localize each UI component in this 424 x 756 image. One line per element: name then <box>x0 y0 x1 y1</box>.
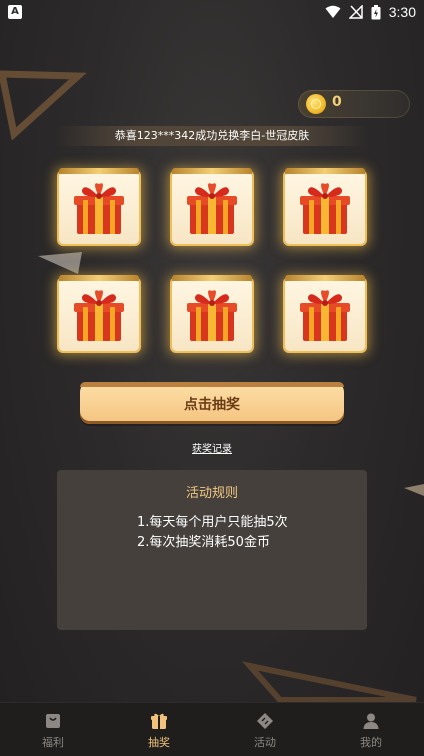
prize-record-link[interactable]: 获奖记录 <box>0 440 424 455</box>
gift-card-rim <box>285 275 365 281</box>
person-icon <box>363 713 379 729</box>
coin-value: 0 <box>332 94 342 110</box>
nav-item-lottery[interactable]: 抽奖 <box>106 703 212 756</box>
status-icons: 3:30 <box>325 3 416 21</box>
nav-label: 抽奖 <box>148 736 170 749</box>
draw-button[interactable]: 点击抽奖 <box>80 382 344 424</box>
decorative-triangle-bottom <box>241 661 417 703</box>
nav-item-activity[interactable]: 活动 <box>212 703 318 756</box>
gift-card-rim <box>285 168 365 174</box>
clock: 3:30 <box>388 4 416 20</box>
nav-label: 福利 <box>42 736 64 749</box>
gift-card[interactable] <box>172 275 252 351</box>
bag-icon <box>46 714 60 728</box>
rule-line: 2.每次抽奖消耗50金币 <box>137 535 270 550</box>
ticket-icon <box>257 713 273 729</box>
nav-label: 活动 <box>254 736 276 749</box>
nav-item-welfare[interactable]: 福利 <box>0 703 106 756</box>
gift-card[interactable] <box>285 168 365 244</box>
winner-marquee: 恭喜123***342成功兑换李白-世冠皮肤 <box>56 126 368 146</box>
decorative-shard-left <box>38 252 82 274</box>
gift-card-rim <box>59 275 139 281</box>
rules-title: 活动规则 <box>185 486 238 501</box>
draw-button-label: 点击抽奖 <box>184 397 240 413</box>
nav-label: 我的 <box>360 736 382 749</box>
notification-icon: A <box>8 5 22 19</box>
decorative-shard-right <box>404 484 424 496</box>
bottom-nav: 福利 抽奖 活动 我的 <box>0 702 424 756</box>
battery-icon <box>371 4 381 19</box>
gift-card[interactable] <box>59 168 139 244</box>
nav-item-mine[interactable]: 我的 <box>318 703 424 756</box>
coin-balance: 0 <box>298 90 410 118</box>
gift-icon <box>151 713 167 729</box>
wifi-icon <box>325 5 341 18</box>
rule-line: 1.每天每个用户只能抽5次 <box>137 515 288 530</box>
gift-card[interactable] <box>285 275 365 351</box>
gift-card-rim <box>59 168 139 174</box>
gift-card[interactable] <box>59 275 139 351</box>
gift-card-rim <box>172 168 252 174</box>
gift-card[interactable] <box>172 168 252 244</box>
no-signal-icon <box>348 5 363 19</box>
coin-icon <box>306 94 326 114</box>
status-bar: A 3:30 <box>0 0 424 24</box>
rules-panel: 活动规则 1.每天每个用户只能抽5次 2.每次抽奖消耗50金币 <box>57 470 367 630</box>
gift-card-rim <box>172 275 252 281</box>
